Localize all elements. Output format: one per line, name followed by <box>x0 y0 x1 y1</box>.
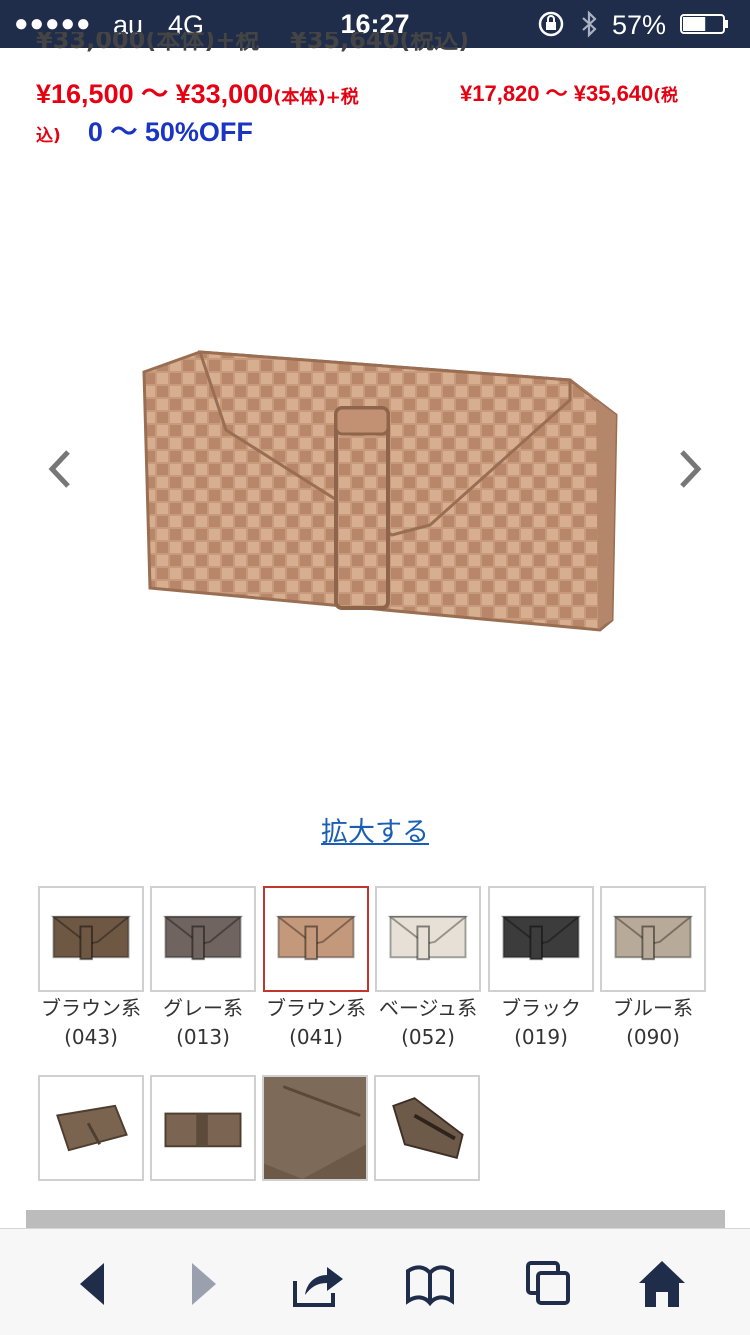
color-variant-code: (052) <box>401 1025 455 1049</box>
price-range-tax: ¥17,820 〜 ¥35,640(税 <box>460 76 678 108</box>
color-variant-thumbnail[interactable] <box>38 886 144 992</box>
previous-image-arrow-icon[interactable] <box>44 446 74 492</box>
price-range-suffix: (本体)+税 <box>273 87 359 108</box>
battery-percent: 57% <box>612 10 667 40</box>
discount-badge: 0 〜 50%OFF <box>87 117 253 147</box>
color-variant-thumbnail[interactable] <box>375 886 481 992</box>
rotation-lock-icon <box>538 11 564 37</box>
color-variant-name: ブラウン系 <box>266 996 366 1020</box>
home-icon[interactable] <box>637 1259 687 1309</box>
wallet-thumbnail-image <box>152 888 254 990</box>
color-variant-thumbnail[interactable] <box>263 886 369 992</box>
color-variant-label[interactable]: ブラック (019) <box>483 994 599 1052</box>
price-range-numbers: ¥16,500 〜 ¥33,000 <box>36 79 274 109</box>
bluetooth-icon <box>582 10 597 38</box>
tax-price-suffix-start: (税 <box>653 86 679 106</box>
wallet-thumbnail-image <box>265 888 367 990</box>
price-range-base: ¥16,500 〜 ¥33,000(本体)+税 <box>36 72 359 111</box>
detail-thumbnail-2[interactable] <box>150 1075 256 1181</box>
product-main-image[interactable] <box>130 320 630 660</box>
color-variant-name: ベージュ系 <box>378 996 478 1020</box>
color-variant-name: ブラック <box>501 996 581 1020</box>
tax-price-suffix-end: 込) <box>36 126 61 146</box>
color-variant-label[interactable]: ブラウン系 (041) <box>258 994 374 1052</box>
price-line-2: 込) 0 〜 50%OFF <box>36 110 253 149</box>
detail-thumbnail-1[interactable] <box>38 1075 144 1181</box>
wallet-thumbnail-image <box>602 888 704 990</box>
bookmarks-icon[interactable] <box>405 1259 455 1309</box>
color-variant-label[interactable]: ブルー系 (090) <box>595 994 711 1052</box>
color-variant-thumbnail[interactable] <box>150 886 256 992</box>
color-variant-name: ブラウン系 <box>41 996 141 1020</box>
color-variant-code: (013) <box>176 1025 230 1049</box>
color-variant-code: (019) <box>514 1025 568 1049</box>
next-image-arrow-icon[interactable] <box>676 446 706 492</box>
tax-price-numbers: ¥17,820 〜 ¥35,640 <box>460 81 654 106</box>
forward-icon[interactable] <box>180 1259 230 1309</box>
wallet-thumbnail-image <box>490 888 592 990</box>
detail-thumbnail-3[interactable] <box>262 1075 368 1181</box>
cut-tax-price: ¥35,640(税込) <box>290 32 470 54</box>
color-variant-label[interactable]: ブラウン系 (043) <box>33 994 149 1052</box>
battery-icon <box>680 14 728 34</box>
detail-thumbnail-4[interactable] <box>374 1075 480 1181</box>
color-variant-code: (041) <box>289 1025 343 1049</box>
color-variant-name: ブルー系 <box>613 996 693 1020</box>
browser-toolbar <box>0 1228 750 1335</box>
color-variant-label[interactable]: ベージュ系 (052) <box>370 994 486 1052</box>
share-icon[interactable] <box>293 1259 343 1309</box>
color-variant-code: (043) <box>64 1025 118 1049</box>
wallet-thumbnail-image <box>40 888 142 990</box>
color-variant-thumbnail[interactable] <box>600 886 706 992</box>
back-icon[interactable] <box>68 1259 118 1309</box>
tabs-icon[interactable] <box>524 1259 574 1309</box>
cut-base-price: ¥33,000(本体)+税 <box>36 32 260 54</box>
section-divider-bar <box>26 1210 725 1230</box>
color-variant-label[interactable]: グレー系 (013) <box>145 994 261 1052</box>
wallet-thumbnail-image <box>377 888 479 990</box>
color-variant-thumbnail[interactable] <box>488 886 594 992</box>
enlarge-link[interactable]: 拡大する <box>0 810 750 849</box>
color-variant-name: グレー系 <box>163 996 243 1020</box>
color-variant-code: (090) <box>626 1025 680 1049</box>
price-line-cut-off: ¥33,000(本体)+税 ¥35,640(税込) <box>36 32 536 60</box>
